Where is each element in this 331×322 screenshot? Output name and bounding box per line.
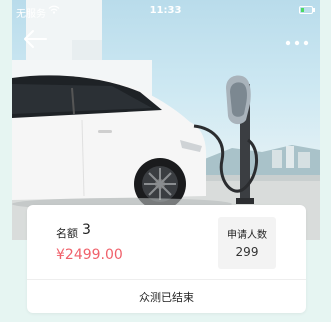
battery-level	[301, 8, 304, 12]
campaign-status[interactable]: 众测已结束	[27, 289, 306, 305]
product-hero-image	[12, 0, 320, 240]
battery-icon	[299, 6, 313, 14]
applicants-box: 申请人数 299	[218, 217, 276, 269]
product-info-card: 名额 3 ¥2499.00 申请人数 299 众测已结束	[27, 205, 306, 313]
status-bar: 无服务 11:33	[0, 0, 331, 20]
arrow-left-icon	[24, 30, 47, 48]
quota-value: 3	[82, 222, 91, 238]
clock-time: 11:33	[149, 5, 182, 16]
quota-label: 名额	[56, 227, 78, 240]
divider	[27, 279, 306, 280]
applicants-label: 申请人数	[227, 230, 267, 241]
price: ¥2499.00	[56, 247, 123, 263]
applicants-count: 299	[235, 245, 259, 259]
more-button[interactable]	[284, 33, 310, 46]
more-dots-icon	[285, 40, 309, 46]
battery-cap	[313, 8, 315, 12]
screen: 无服务 11:33 名额 3 ¥2499.00 申请人数 299 众测已结束	[0, 0, 331, 322]
back-button[interactable]	[22, 28, 48, 50]
